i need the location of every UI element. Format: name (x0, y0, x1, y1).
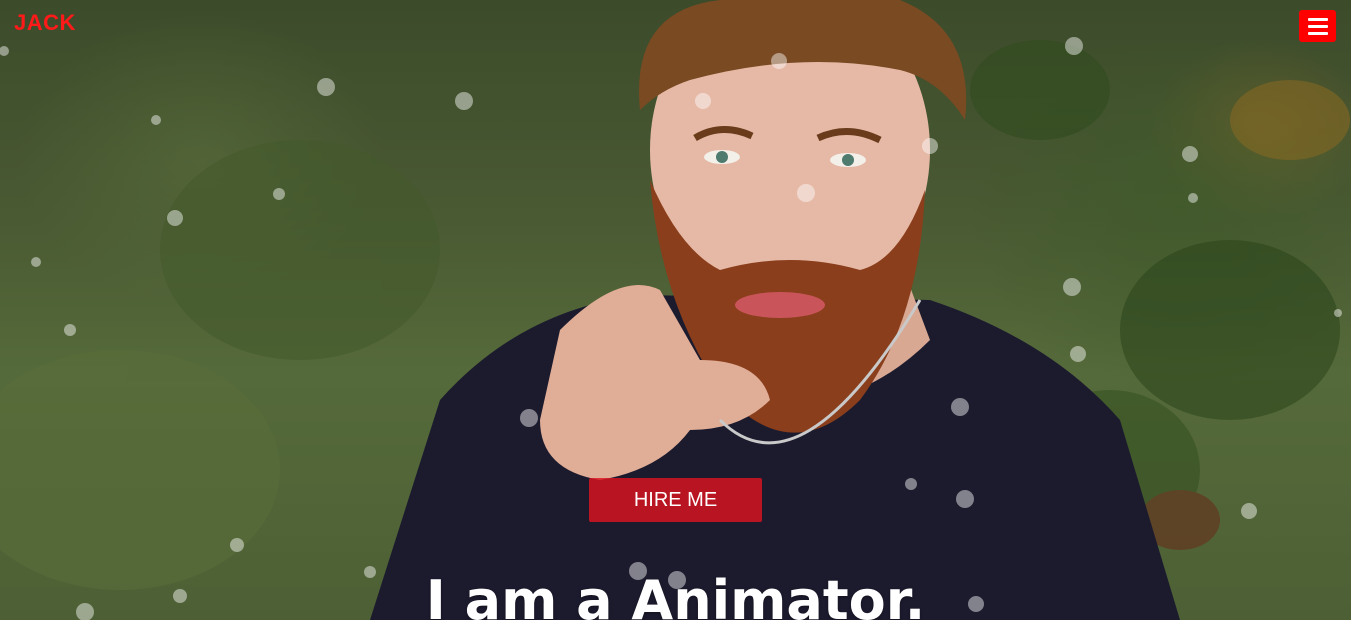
hamburger-menu-icon (1307, 17, 1328, 21)
brand-logo[interactable]: JACK (14, 10, 76, 36)
hero-headline: I am a Animator. (425, 569, 926, 620)
hire-me-button[interactable]: HIRE ME (589, 478, 762, 522)
hamburger-menu-icon-bar (1307, 31, 1328, 35)
menu-toggle-button[interactable] (1299, 10, 1336, 42)
hamburger-menu-icon-bar (1307, 24, 1328, 28)
hero-background-photo (0, 0, 1350, 620)
lips (735, 292, 825, 318)
hero-section: JACK HIRE ME I am a Animator. (0, 0, 1351, 620)
